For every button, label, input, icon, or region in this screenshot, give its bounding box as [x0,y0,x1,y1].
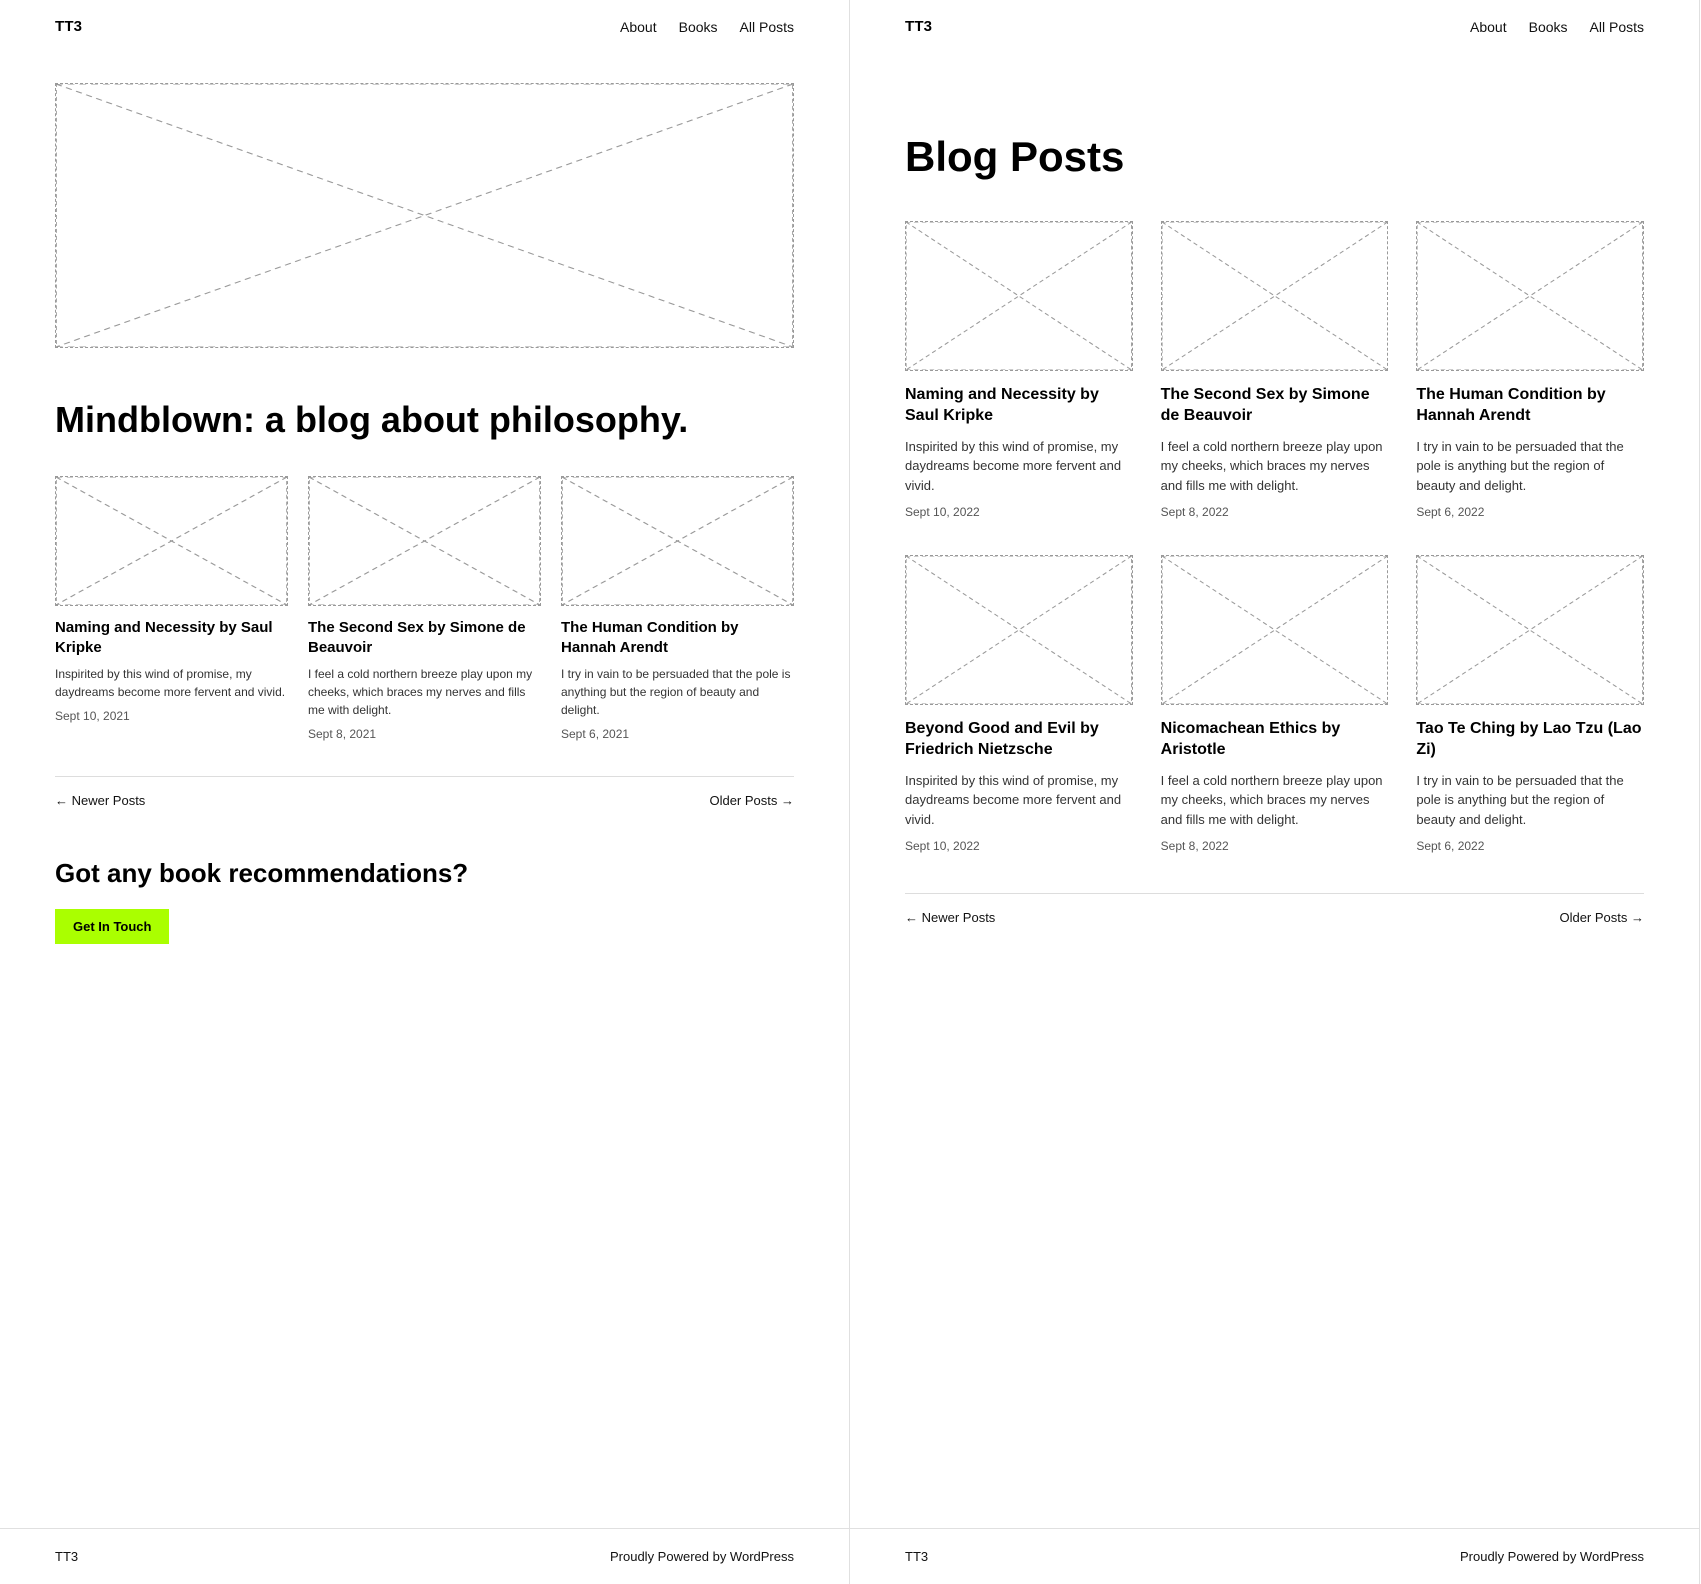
right-excerpt-r1c1: Inspirited by this wind of promise, my d… [905,437,1133,496]
left-post-card-3: The Human Condition by Hannah Arendt I t… [561,476,794,741]
right-panel: TT3 About Books All Posts Blog Posts Nam… [850,0,1700,1584]
right-date-r1c3: Sept 6, 2022 [1416,505,1644,519]
right-post-r2c1: Beyond Good and Evil by Friedrich Nietzs… [905,555,1133,853]
left-post-date-1: Sept 10, 2021 [55,709,288,723]
left-post-excerpt-1: Inspirited by this wind of promise, my d… [55,665,288,701]
right-excerpt-r2c2: I feel a cold northern breeze play upon … [1161,771,1389,830]
left-posts-grid: Naming and Necessity by Saul Kripke Insp… [55,476,794,741]
right-thumb-r2c1 [905,555,1133,705]
right-date-r2c2: Sept 8, 2022 [1161,839,1389,853]
right-thumb-r1c3 [1416,221,1644,371]
left-hero-title: Mindblown: a blog about philosophy. [55,398,794,441]
left-hero-image [55,83,794,348]
left-nav-books[interactable]: Books [679,19,718,35]
right-footer-site: TT3 [905,1549,928,1564]
right-title-r1c1: Naming and Necessity by Saul Kripke [905,385,1133,427]
left-post-date-2: Sept 8, 2021 [308,727,541,741]
right-post-r1c3: The Human Condition by Hannah Arendt I t… [1416,221,1644,519]
left-cta-button[interactable]: Get In Touch [55,909,169,944]
right-title-r1c3: The Human Condition by Hannah Arendt [1416,385,1644,427]
right-thumb-r1c2 [1161,221,1389,371]
left-nav: TT3 About Books All Posts [0,0,849,53]
left-pagination: ← Newer Posts Older Posts → [55,776,794,808]
right-post-r1c2: The Second Sex by Simone de Beauvoir I f… [1161,221,1389,519]
left-post-title-2: The Second Sex by Simone de Beauvoir [308,618,541,657]
right-nav-books[interactable]: Books [1529,19,1568,35]
left-post-excerpt-3: I try in vain to be persuaded that the p… [561,665,794,719]
right-page-title: Blog Posts [905,133,1644,181]
left-post-title-3: The Human Condition by Hannah Arendt [561,618,794,657]
right-excerpt-r2c1: Inspirited by this wind of promise, my d… [905,771,1133,830]
left-post-date-3: Sept 6, 2021 [561,727,794,741]
right-posts-row1: Naming and Necessity by Saul Kripke Insp… [905,221,1644,519]
right-post-r1c1: Naming and Necessity by Saul Kripke Insp… [905,221,1133,519]
right-thumb-r2c2 [1161,555,1389,705]
left-nav-about[interactable]: About [620,19,657,35]
right-excerpt-r1c3: I try in vain to be persuaded that the p… [1416,437,1644,496]
left-footer: TT3 Proudly Powered by WordPress [0,1528,849,1584]
right-title-r2c2: Nicomachean Ethics by Aristotle [1161,719,1389,761]
right-title-r1c2: The Second Sex by Simone de Beauvoir [1161,385,1389,427]
left-panel: TT3 About Books All Posts Mindblown: a b… [0,0,850,1584]
right-nav-links: About Books All Posts [1470,19,1644,35]
left-newer-posts[interactable]: ← Newer Posts [55,793,145,808]
right-date-r1c1: Sept 10, 2022 [905,505,1133,519]
right-thumb-r2c3 [1416,555,1644,705]
left-post-thumb-2 [308,476,541,606]
right-excerpt-r1c2: I feel a cold northern breeze play upon … [1161,437,1389,496]
right-nav: TT3 About Books All Posts [850,0,1699,53]
left-post-thumb-1 [55,476,288,606]
right-title-r2c1: Beyond Good and Evil by Friedrich Nietzs… [905,719,1133,761]
left-post-title-1: Naming and Necessity by Saul Kripke [55,618,288,657]
right-date-r2c3: Sept 6, 2022 [1416,839,1644,853]
right-newer-posts[interactable]: ← Newer Posts [905,910,995,925]
right-nav-all-posts[interactable]: All Posts [1590,19,1644,35]
right-nav-about[interactable]: About [1470,19,1507,35]
right-post-r2c2: Nicomachean Ethics by Aristotle I feel a… [1161,555,1389,853]
left-nav-all-posts[interactable]: All Posts [740,19,794,35]
right-footer-powered: Proudly Powered by WordPress [1460,1549,1644,1564]
left-footer-site: TT3 [55,1549,78,1564]
left-cta-title: Got any book recommendations? [55,858,794,889]
left-nav-links: About Books All Posts [620,19,794,35]
right-date-r2c1: Sept 10, 2022 [905,839,1133,853]
right-site-title: TT3 [905,18,932,35]
left-post-card-1: Naming and Necessity by Saul Kripke Insp… [55,476,288,741]
right-footer: TT3 Proudly Powered by WordPress [850,1528,1699,1584]
left-post-card-2: The Second Sex by Simone de Beauvoir I f… [308,476,541,741]
left-site-title: TT3 [55,18,82,35]
right-title-r2c3: Tao Te Ching by Lao Tzu (Lao Zi) [1416,719,1644,761]
right-date-r1c2: Sept 8, 2022 [1161,505,1389,519]
left-post-thumb-3 [561,476,794,606]
right-excerpt-r2c3: I try in vain to be persuaded that the p… [1416,771,1644,830]
right-thumb-r1c1 [905,221,1133,371]
left-footer-powered: Proudly Powered by WordPress [610,1549,794,1564]
left-older-posts[interactable]: Older Posts → [709,793,794,808]
left-cta-section: Got any book recommendations? Get In Tou… [55,858,794,944]
right-pagination: ← Newer Posts Older Posts → [905,893,1644,925]
right-posts-row2: Beyond Good and Evil by Friedrich Nietzs… [905,555,1644,853]
right-older-posts[interactable]: Older Posts → [1559,910,1644,925]
left-post-excerpt-2: I feel a cold northern breeze play upon … [308,665,541,719]
right-post-r2c3: Tao Te Ching by Lao Tzu (Lao Zi) I try i… [1416,555,1644,853]
